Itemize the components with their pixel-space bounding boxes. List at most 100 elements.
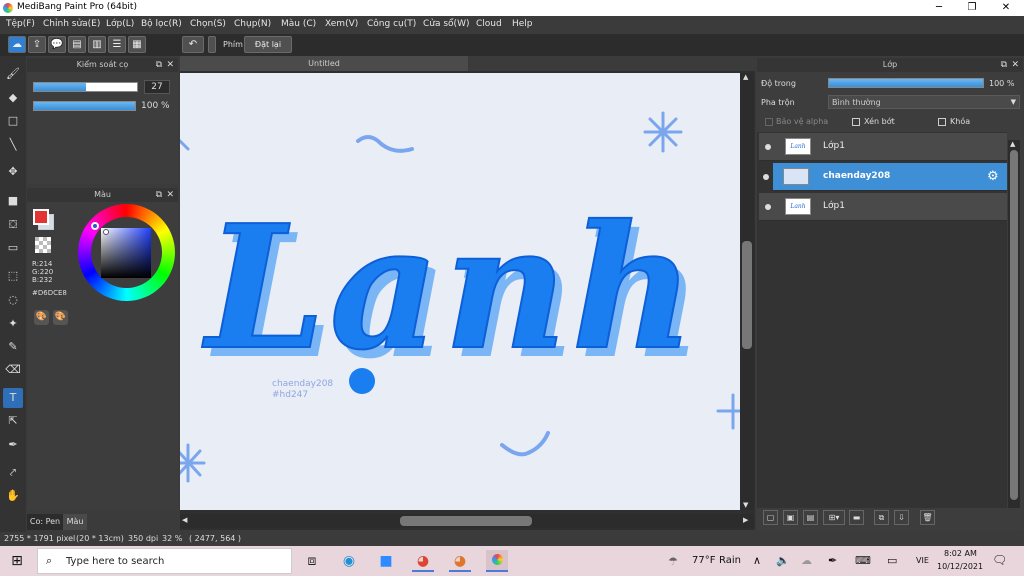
brush-opacity-slider[interactable] [33, 101, 136, 111]
new-layer-1bit-icon[interactable]: ▤ [803, 510, 818, 525]
tray-chevron-up-icon[interactable]: ∧ [753, 554, 761, 567]
layer-opacity-slider[interactable] [828, 78, 984, 88]
layer-scroll-thumb[interactable] [1010, 150, 1018, 500]
display-icon[interactable]: ▭ [887, 554, 897, 567]
visibility-eye-icon[interactable] [763, 174, 769, 180]
menu-window[interactable]: Cửa sổ(W) [423, 19, 469, 29]
select-eraser-tool-icon[interactable]: ⌫ [3, 360, 23, 380]
layer-row[interactable]: Lanh Lớp1 [759, 193, 1007, 221]
new-layer-icon[interactable]: ▢ [763, 510, 778, 525]
select-rect-tool-icon[interactable]: ⬚ [3, 266, 23, 286]
palette-settings-icon[interactable]: 🎨 [53, 310, 68, 325]
float-icon[interactable]: ⧉ [156, 58, 162, 72]
list-icon[interactable]: ☰ [108, 36, 126, 53]
document-icon[interactable]: ▥ [88, 36, 106, 53]
gradient-tool-icon[interactable]: ▭ [3, 238, 23, 258]
chrome-profile-icon[interactable]: ◕ [449, 550, 471, 572]
new-layer-8bit-icon[interactable]: ▣ [783, 510, 798, 525]
blend-mode-select[interactable]: Bình thường ▼ [828, 95, 1020, 109]
maximize-icon[interactable]: ❐ [955, 0, 989, 16]
gear-icon[interactable]: ⚙ [987, 169, 999, 184]
bucket-tool-icon[interactable]: ⛋ [3, 215, 23, 235]
menu-file[interactable]: Tệp(F) [6, 19, 35, 29]
magic-wand-tool-icon[interactable]: ✦ [3, 314, 23, 334]
weather-icon[interactable]: ☂ [668, 555, 678, 568]
zoom-icon[interactable]: ■ [375, 550, 397, 572]
panel-close-icon[interactable]: ✕ [166, 188, 174, 202]
scroll-down-icon[interactable]: ▼ [743, 501, 748, 509]
hand-tool-icon[interactable]: ✋ [3, 486, 23, 506]
layer-row-selected[interactable]: chaenday208 ⚙ [763, 163, 1007, 191]
tab-color[interactable]: Màu [63, 514, 87, 530]
protect-alpha-checkbox[interactable] [765, 118, 773, 126]
scroll-right-icon[interactable]: ▶ [743, 516, 748, 524]
transparent-swatch[interactable] [35, 237, 51, 253]
menu-cloud[interactable]: Cloud [476, 19, 502, 29]
task-view-icon[interactable]: ⧈ [301, 550, 323, 572]
add-layer-menu-icon[interactable]: ⊞▾ [823, 510, 845, 525]
hue-cursor[interactable] [91, 222, 99, 230]
clipping-checkbox[interactable] [852, 118, 860, 126]
comment-icon[interactable]: 💬 [48, 36, 66, 53]
menu-layer[interactable]: Lớp(L) [106, 19, 134, 29]
chrome-icon[interactable]: ◕ [412, 550, 434, 572]
menu-snap[interactable]: Chụp(N) [234, 19, 271, 29]
eraser-tool-icon[interactable]: ◆ [3, 88, 23, 108]
select-pen-tool-icon[interactable]: ✎ [3, 337, 23, 357]
line-tool-icon[interactable]: ╲ [3, 135, 23, 155]
undo-icon[interactable]: ↶ [182, 36, 204, 53]
minimize-icon[interactable]: ─ [922, 0, 956, 16]
edge-icon[interactable]: ◉ [338, 550, 360, 572]
layer-scrollbar[interactable]: ▲ [1008, 140, 1020, 508]
artboard[interactable]: Lanh Lanh chaenday208 #hd247 [180, 73, 740, 510]
pen-icon[interactable]: ✒ [828, 554, 837, 567]
search-box[interactable]: ⌕ Type here to search [37, 548, 292, 574]
close-icon[interactable]: ✕ [989, 0, 1023, 16]
menu-help[interactable]: Help [512, 19, 533, 29]
tab-pen[interactable]: Co: Pen [27, 514, 63, 530]
float-icon[interactable]: ⧉ [1001, 58, 1007, 72]
scroll-up-icon[interactable]: ▲ [1010, 140, 1015, 148]
palette-icon[interactable]: 🎨 [34, 310, 49, 325]
menu-select[interactable]: Chọn(S) [190, 19, 226, 29]
scroll-left-icon[interactable]: ◀ [182, 516, 187, 524]
vertical-scrollbar[interactable]: ▲ ▼ [740, 73, 754, 510]
panel-close-icon[interactable]: ✕ [1011, 58, 1019, 72]
toolbar-separator-handle[interactable] [208, 36, 216, 53]
menu-tools[interactable]: Công cụ(T) [367, 19, 416, 29]
menu-edit[interactable]: Chỉnh sửa(E) [43, 19, 100, 29]
cloud-icon[interactable]: ☁ [8, 36, 26, 53]
horizontal-scroll-thumb[interactable] [400, 516, 532, 526]
move-tool-icon[interactable]: ✥ [3, 162, 23, 182]
visibility-eye-icon[interactable] [765, 204, 771, 210]
duplicate-layer-icon[interactable]: ⧉ [874, 510, 889, 525]
panel-close-icon[interactable]: ✕ [166, 58, 174, 72]
eyedropper-tool-icon[interactable]: ⤤ [3, 463, 23, 483]
brush-size-slider[interactable] [33, 82, 138, 92]
clock-time[interactable]: 8:02 AM [944, 549, 977, 558]
grid-icon[interactable]: ▦ [128, 36, 146, 53]
upload-icon[interactable]: ⇪ [28, 36, 46, 53]
scroll-up-icon[interactable]: ▲ [743, 73, 748, 81]
layer-row[interactable]: Lanh Lớp1 [759, 133, 1007, 161]
language-indicator[interactable]: VIE [916, 556, 929, 565]
fill-rect-tool-icon[interactable]: ■ [3, 191, 23, 211]
saturation-value-square[interactable] [101, 228, 151, 278]
dropper-tool-icon[interactable]: ✒ [3, 435, 23, 455]
menu-color[interactable]: Màu (C) [281, 19, 316, 29]
text-tool-icon[interactable]: T [3, 388, 23, 408]
medibang-taskbar-icon[interactable] [486, 550, 508, 572]
float-icon[interactable]: ⧉ [156, 188, 162, 202]
folder-icon[interactable]: ▬ [849, 510, 864, 525]
brush-size-value[interactable]: 27 [144, 80, 170, 94]
onedrive-icon[interactable]: ☁ [801, 554, 812, 567]
vertical-scroll-thumb[interactable] [742, 241, 752, 349]
windows-start-icon[interactable]: ⊞ [6, 550, 28, 572]
menu-view[interactable]: Xem(V) [325, 19, 358, 29]
horizontal-scrollbar[interactable]: ◀ ▶ [180, 514, 754, 528]
volume-icon[interactable]: 🔈 [776, 554, 790, 567]
brush-tool-icon[interactable]: 🖌 [3, 64, 23, 84]
visibility-eye-icon[interactable] [765, 144, 771, 150]
clock-date[interactable]: 10/12/2021 [937, 562, 983, 571]
lock-checkbox[interactable] [938, 118, 946, 126]
